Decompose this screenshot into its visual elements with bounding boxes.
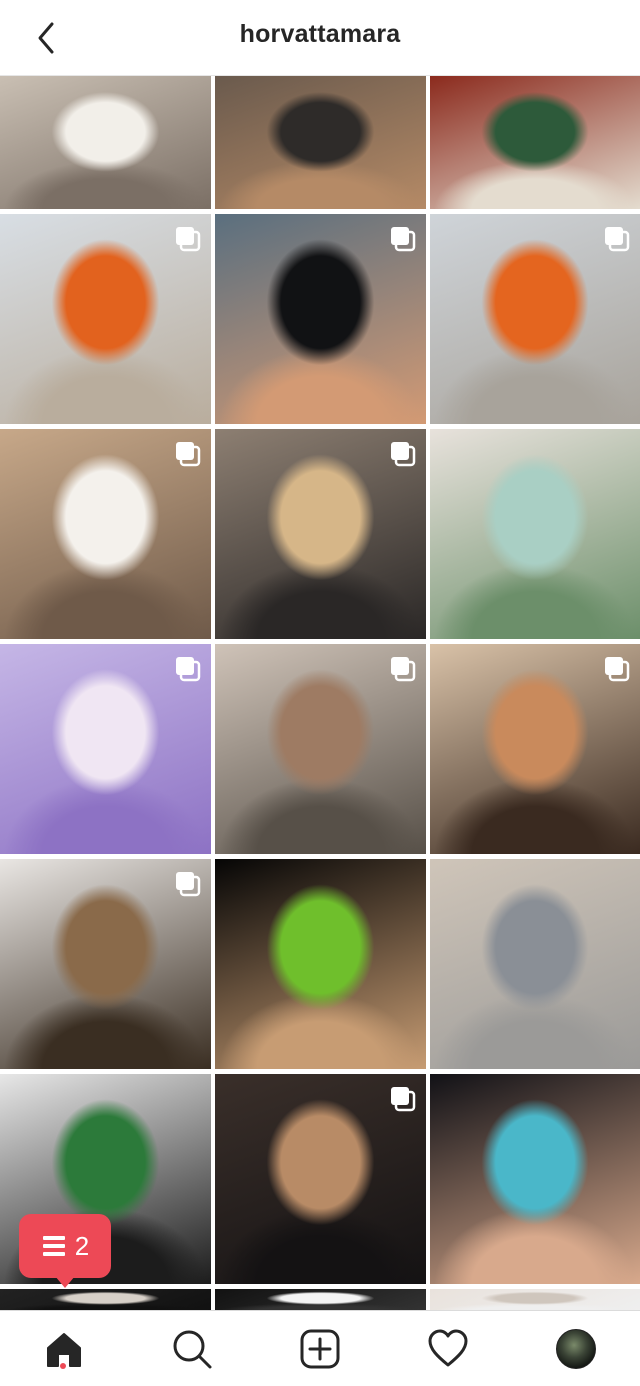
- post-thumbnail[interactable]: [215, 644, 426, 854]
- bottom-navigation: [0, 1310, 640, 1386]
- top-bar: horvattamara: [0, 0, 640, 76]
- post-thumbnail[interactable]: [0, 76, 211, 209]
- post-thumbnail[interactable]: [430, 644, 640, 854]
- carousel-icon: [605, 657, 630, 682]
- carousel-icon: [391, 657, 416, 682]
- carousel-icon: [391, 227, 416, 252]
- post-thumbnail[interactable]: [215, 859, 426, 1069]
- carousel-icon: [176, 227, 201, 252]
- add-square-icon: [300, 1329, 340, 1368]
- post-thumbnail[interactable]: [430, 1289, 640, 1310]
- post-thumbnail[interactable]: [430, 1074, 640, 1284]
- posts-grid: [0, 76, 640, 1310]
- profile-avatar: [556, 1328, 596, 1369]
- nav-profile[interactable]: [512, 1311, 640, 1386]
- inbox-stack-icon: [42, 1236, 65, 1256]
- notification-count: 2: [74, 1230, 90, 1261]
- carousel-icon: [176, 442, 201, 467]
- nav-home[interactable]: [0, 1311, 128, 1386]
- nav-new-post[interactable]: [256, 1311, 384, 1386]
- carousel-icon: [176, 657, 201, 682]
- carousel-icon: [391, 1087, 416, 1112]
- post-thumbnail[interactable]: [0, 644, 211, 854]
- search-icon: [173, 1330, 212, 1368]
- carousel-icon: [391, 442, 416, 467]
- post-thumbnail[interactable]: [0, 429, 211, 639]
- post-thumbnail[interactable]: [430, 214, 640, 424]
- post-thumbnail[interactable]: [430, 76, 640, 209]
- carousel-icon: [176, 872, 201, 897]
- nav-search[interactable]: [128, 1311, 256, 1386]
- post-thumbnail[interactable]: [215, 214, 426, 424]
- post-thumbnail[interactable]: [430, 859, 640, 1069]
- post-thumbnail[interactable]: [0, 214, 211, 424]
- post-thumbnail[interactable]: [215, 1074, 426, 1284]
- post-thumbnail[interactable]: [215, 1289, 426, 1310]
- post-thumbnail[interactable]: [215, 76, 426, 209]
- post-thumbnail[interactable]: [0, 859, 211, 1069]
- heart-icon: [428, 1329, 468, 1366]
- post-thumbnail[interactable]: [215, 429, 426, 639]
- unread-dot: [60, 1363, 66, 1369]
- nav-activity[interactable]: [384, 1311, 512, 1386]
- activity-notification-bubble[interactable]: 2: [19, 1214, 111, 1288]
- carousel-icon: [605, 227, 630, 252]
- post-thumbnail[interactable]: [0, 1289, 211, 1310]
- post-thumbnail[interactable]: [430, 429, 640, 639]
- profile-username-title: horvattamara: [239, 20, 401, 48]
